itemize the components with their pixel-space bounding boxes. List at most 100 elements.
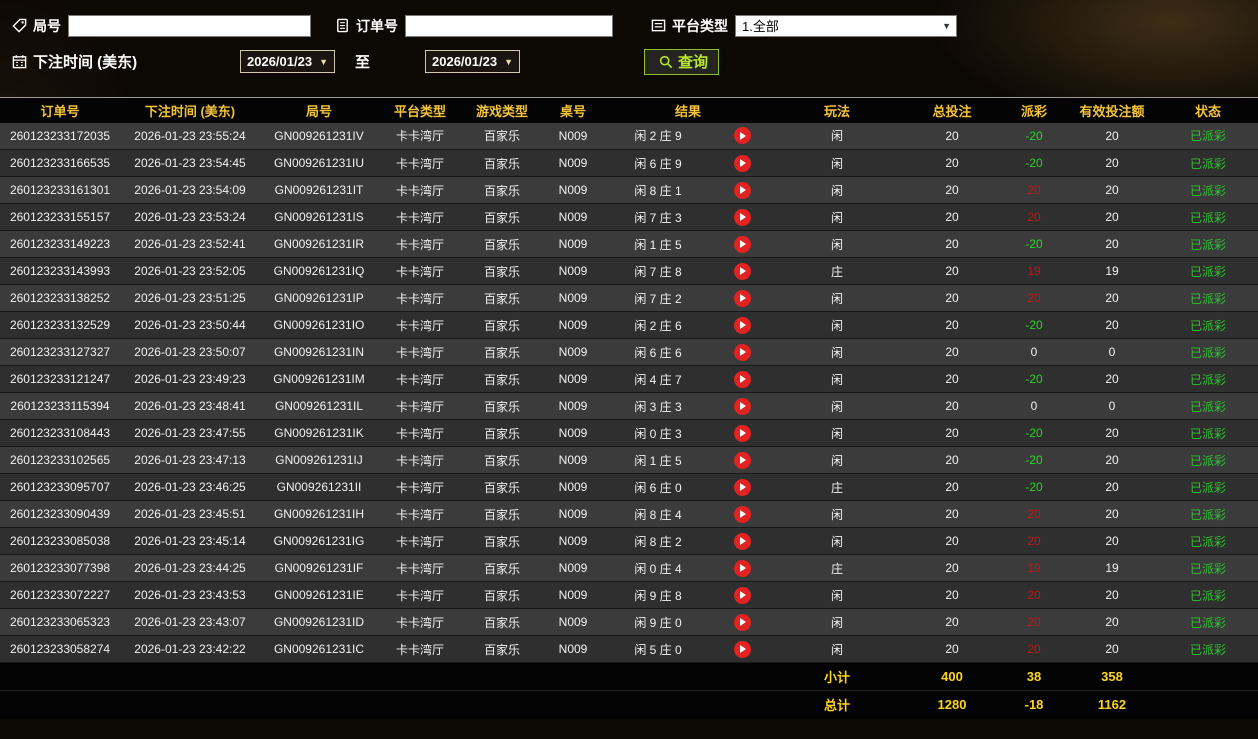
play-video-button[interactable] (733, 154, 751, 172)
cell-total-bet: 20 (902, 635, 1003, 663)
play-video-button[interactable] (733, 424, 751, 442)
play-video-button[interactable] (733, 181, 751, 199)
play-icon (740, 294, 746, 302)
cell-payout: 19 (1002, 257, 1067, 285)
cell-table-no: N009 (542, 581, 604, 609)
cell-play (712, 554, 773, 582)
date-from-select[interactable]: 2026/01/23 ▼ (240, 50, 335, 73)
cell-game-type: 百家乐 (462, 500, 542, 528)
cell-status: 已派彩 (1158, 581, 1258, 609)
play-video-button[interactable] (733, 262, 751, 280)
cell-result: 闲 2 庄 6 (604, 311, 712, 339)
play-icon (740, 618, 746, 626)
table-row: 260123233077398 2026-01-23 23:44:25 GN0092… (0, 554, 1258, 582)
cell-play (712, 635, 773, 663)
cell-table-no: N009 (542, 311, 604, 339)
play-video-button[interactable] (733, 505, 751, 523)
play-icon (740, 564, 746, 572)
cell-order-id: 260123233115394 (0, 392, 120, 420)
play-video-button[interactable] (733, 559, 751, 577)
play-video-button[interactable] (733, 451, 751, 469)
cell-round-id: GN009261231ID (260, 608, 378, 636)
cell-game-type: 百家乐 (462, 527, 542, 555)
document-icon (335, 18, 350, 33)
cell-table-no: N009 (542, 527, 604, 555)
cell-payout: -20 (1002, 419, 1067, 447)
cell-play-type: 闲 (772, 392, 903, 420)
cell-valid-bet: 0 (1066, 392, 1159, 420)
play-video-button[interactable] (733, 289, 751, 307)
column-header-status: 状态 (1158, 97, 1258, 123)
play-video-button[interactable] (733, 370, 751, 388)
cell-round-id: GN009261231IE (260, 581, 378, 609)
play-video-button[interactable] (733, 397, 751, 415)
toolbar-row-2: 下注时间 (美东) 2026/01/23 ▼ 至 2026/01/23 ▼ 查询 (8, 48, 1258, 75)
play-video-button[interactable] (733, 640, 751, 658)
cell-table-no: N009 (542, 473, 604, 501)
cell-platform-type: 卡卡湾厅 (378, 122, 462, 150)
cell-valid-bet: 20 (1066, 284, 1159, 312)
platform-type-select[interactable]: 1.全部 ▼ (735, 14, 957, 37)
cell-table-no: N009 (542, 284, 604, 312)
cell-game-type: 百家乐 (462, 311, 542, 339)
play-video-button[interactable] (733, 235, 751, 253)
cell-result: 闲 8 庄 4 (604, 500, 712, 528)
cell-valid-bet: 20 (1066, 527, 1159, 555)
order-number-input[interactable] (405, 14, 613, 37)
cell-game-type: 百家乐 (462, 149, 542, 177)
cell-platform-type: 卡卡湾厅 (378, 581, 462, 609)
cell-payout: 20 (1002, 203, 1067, 231)
cell-order-id: 260123233143993 (0, 257, 120, 285)
play-video-button[interactable] (733, 478, 751, 496)
play-video-button[interactable] (733, 586, 751, 604)
cell-total-bet: 20 (902, 608, 1003, 636)
cell-play (712, 122, 773, 150)
cell-table-no: N009 (542, 257, 604, 285)
cell-bet-time: 2026-01-23 23:53:24 (120, 203, 260, 231)
cell-play (712, 149, 773, 177)
cell-round-id: GN009261231IN (260, 338, 378, 366)
play-video-button[interactable] (733, 316, 751, 334)
cell-payout: 20 (1002, 527, 1067, 555)
cell-status: 已派彩 (1158, 230, 1258, 258)
play-video-button[interactable] (733, 127, 751, 145)
query-button[interactable]: 查询 (644, 48, 720, 75)
play-video-button[interactable] (733, 208, 751, 226)
cell-round-id: GN009261231IP (260, 284, 378, 312)
cell-order-id: 260123233095707 (0, 473, 120, 501)
play-video-button[interactable] (733, 532, 751, 550)
cell-valid-bet: 20 (1066, 608, 1159, 636)
cell-play-type: 闲 (772, 527, 903, 555)
date-to-value: 2026/01/23 (432, 54, 498, 69)
play-icon (740, 483, 746, 491)
cell-play-type: 闲 (772, 284, 903, 312)
cell-valid-bet: 20 (1066, 203, 1159, 231)
cell-play-type: 闲 (772, 338, 903, 366)
cell-order-id: 260123233108443 (0, 419, 120, 447)
cell-payout: -20 (1002, 122, 1067, 150)
cell-play (712, 446, 773, 474)
round-number-input[interactable] (68, 14, 311, 37)
cell-play-type: 闲 (772, 500, 903, 528)
cell-total-bet: 20 (902, 581, 1003, 609)
table-row: 260123233058274 2026-01-23 23:42:22 GN0092… (0, 635, 1258, 663)
play-icon (740, 267, 746, 275)
cell-result: 闲 6 庄 0 (604, 473, 712, 501)
cell-play (712, 473, 773, 501)
cell-platform-type: 卡卡湾厅 (378, 419, 462, 447)
cell-round-id: GN009261231IC (260, 635, 378, 663)
date-to-select[interactable]: 2026/01/23 ▼ (425, 50, 521, 73)
cell-total-bet: 20 (902, 365, 1003, 393)
summary-row: 小计 400 38 358 (0, 662, 1258, 691)
play-video-button[interactable] (733, 613, 751, 631)
cell-bet-time: 2026-01-23 23:44:25 (120, 554, 260, 582)
cell-total-bet: 20 (902, 392, 1003, 420)
play-video-button[interactable] (733, 343, 751, 361)
summary-payout: 38 (1002, 662, 1067, 691)
column-header-table-no: 桌号 (542, 97, 604, 123)
column-header-order-id: 订单号 (0, 97, 120, 123)
cell-platform-type: 卡卡湾厅 (378, 608, 462, 636)
search-icon (659, 55, 673, 69)
cell-bet-time: 2026-01-23 23:43:07 (120, 608, 260, 636)
cell-total-bet: 20 (902, 176, 1003, 204)
